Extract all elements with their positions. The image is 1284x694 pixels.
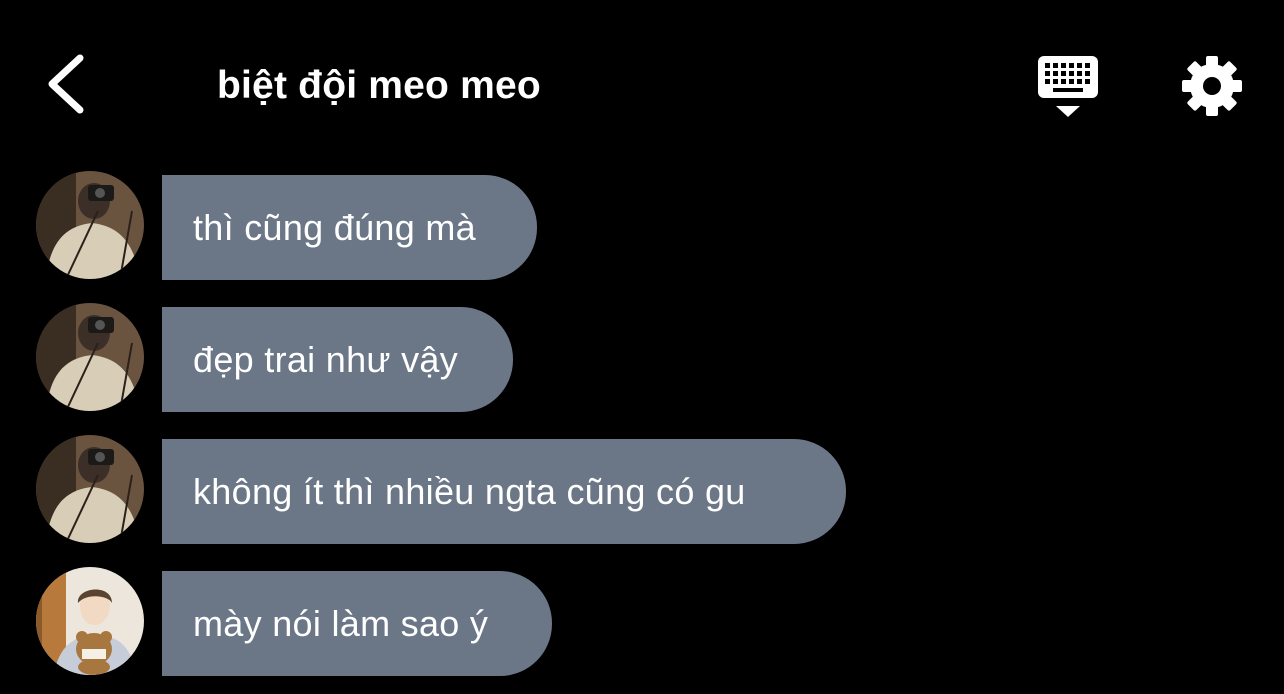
message-bubble[interactable]: mày nói làm sao ý [162, 571, 552, 676]
message-list: thì cũng đúng mà đẹp trai như vậy không … [0, 0, 1284, 694]
avatar[interactable] [36, 435, 144, 543]
message-bubble[interactable]: không ít thì nhiều ngta cũng có gu [162, 439, 846, 544]
message-text: mày nói làm sao ý [193, 602, 489, 644]
message-text: không ít thì nhiều ngta cũng có gu [193, 470, 746, 512]
message-row: không ít thì nhiều ngta cũng có gu [0, 435, 1284, 544]
message-text: đẹp trai như vậy [193, 338, 459, 380]
avatar-selfie-camera [36, 435, 144, 543]
message-text: thì cũng đúng mà [193, 206, 476, 248]
avatar[interactable] [36, 303, 144, 411]
message-row: thì cũng đúng mà [0, 171, 1284, 280]
avatar[interactable] [36, 171, 144, 279]
message-row: đẹp trai như vậy [0, 303, 1284, 412]
avatar-selfie-camera [36, 303, 144, 411]
avatar-selfie-camera [36, 171, 144, 279]
message-bubble[interactable]: đẹp trai như vậy [162, 307, 513, 412]
message-bubble[interactable]: thì cũng đúng mà [162, 175, 537, 280]
message-row: mày nói làm sao ý [0, 567, 1284, 676]
avatar[interactable] [36, 567, 144, 675]
avatar-teddy-bear [36, 567, 144, 675]
